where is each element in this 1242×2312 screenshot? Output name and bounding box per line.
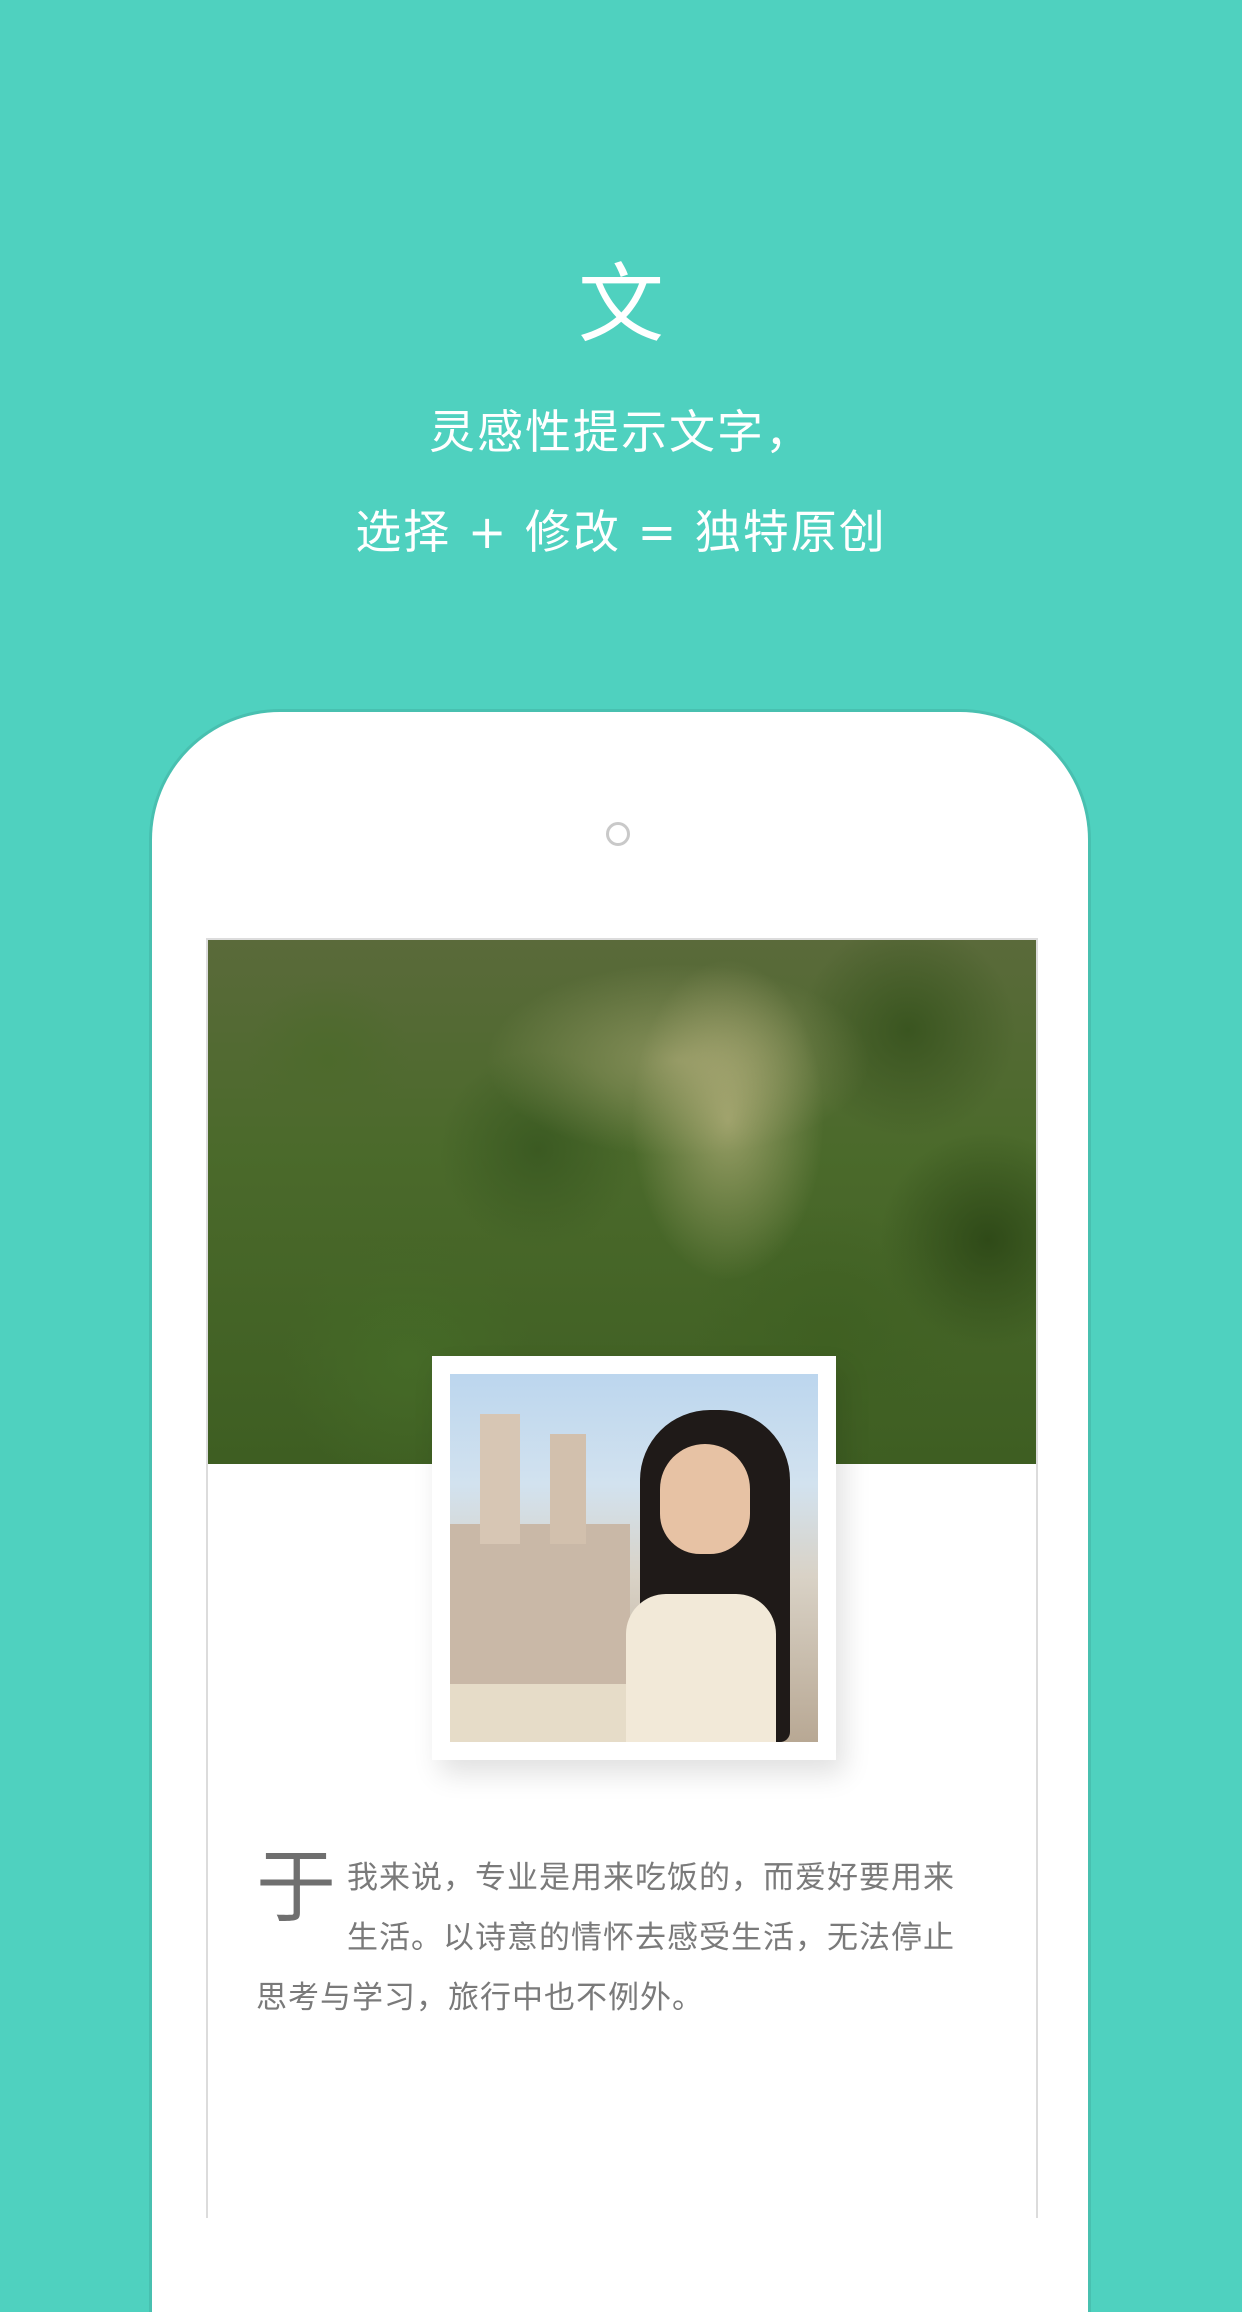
hero-title: 文: [578, 255, 664, 355]
person-body: [626, 1594, 776, 1742]
building-shape: [480, 1414, 520, 1544]
story-paragraph: 于 我来说，专业是用来吃饭的，而爱好要用来生活。以诗意的情怀去感受生活，无法停止…: [256, 1848, 986, 2028]
story-body-text: 我来说，专业是用来吃饭的，而爱好要用来生活。以诗意的情怀去感受生活，无法停止思考…: [256, 1860, 955, 2016]
drop-cap: 于: [256, 1841, 337, 1934]
portrait-photo[interactable]: [450, 1374, 818, 1742]
building-shape: [450, 1684, 640, 1742]
hero-subtitle-line-1: 灵感性提示文字，: [429, 405, 813, 459]
portrait-frame: [432, 1356, 836, 1760]
camera-icon: [606, 822, 630, 846]
building-shape: [550, 1434, 586, 1544]
person-face: [660, 1444, 750, 1554]
hero-subtitle-line-2: 选择 + 修改 = 独特原创: [355, 505, 887, 559]
